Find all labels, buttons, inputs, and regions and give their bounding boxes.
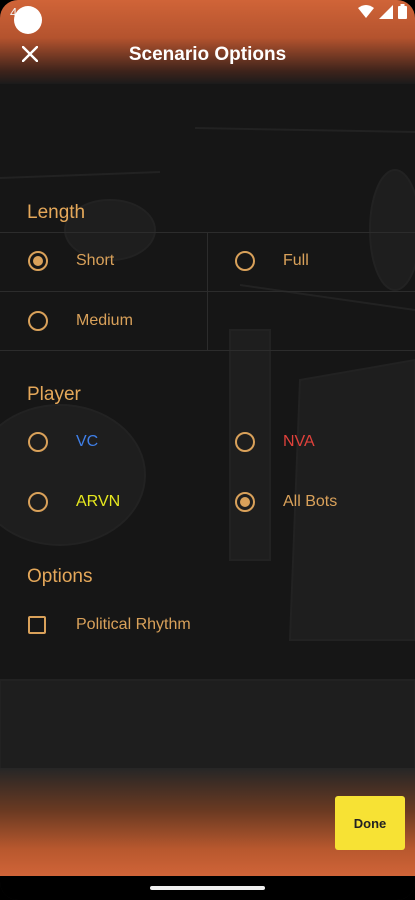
options-section-title: Options	[27, 566, 93, 587]
header-bar: 4:15 Scenario Options	[0, 0, 415, 84]
signal-icon	[379, 4, 393, 19]
player-option-label: VC	[76, 433, 99, 450]
battery-icon	[398, 4, 407, 19]
option-political-rhythm[interactable]: Political Rhythm	[28, 605, 191, 645]
status-icons	[358, 4, 407, 19]
option-checkbox-label: Political Rhythm	[76, 616, 191, 633]
player-option-label: All Bots	[283, 493, 338, 510]
radio-selected-icon[interactable]	[28, 251, 48, 271]
player-option-vc[interactable]: VC	[28, 422, 98, 462]
length-option-label: Short	[76, 252, 115, 269]
length-option-full[interactable]: Full	[235, 241, 309, 281]
player-section-title: Player	[27, 384, 81, 405]
length-grid-divider	[207, 232, 208, 350]
player-option-all-bots[interactable]: All Bots	[235, 482, 337, 522]
radio-unselected-icon[interactable]	[28, 492, 48, 512]
player-option-label: NVA	[283, 433, 315, 450]
radio-selected-icon[interactable]	[235, 492, 255, 512]
length-option-label: Medium	[76, 312, 133, 329]
navigation-bar	[0, 876, 415, 900]
length-grid-bottom	[0, 350, 415, 351]
scenario-options-screen: 4:15 Scenario Options Length Short Full …	[0, 0, 415, 900]
radio-unselected-icon[interactable]	[235, 251, 255, 271]
player-option-arvn[interactable]: ARVN	[28, 482, 120, 522]
length-option-medium[interactable]: Medium	[28, 301, 133, 341]
status-bar: 4:15	[0, 0, 415, 34]
length-option-short[interactable]: Short	[28, 241, 114, 281]
wifi-icon	[358, 4, 374, 18]
radio-unselected-icon[interactable]	[235, 432, 255, 452]
camera-cutout	[14, 6, 42, 34]
player-option-label: ARVN	[76, 493, 121, 510]
page-title: Scenario Options	[128, 44, 287, 65]
radio-unselected-icon[interactable]	[28, 311, 48, 331]
length-section-title: Length	[27, 202, 86, 223]
length-option-label: Full	[283, 252, 309, 269]
radio-unselected-icon[interactable]	[28, 432, 48, 452]
home-gesture-handle[interactable]	[150, 886, 265, 890]
done-button[interactable]: Done	[335, 796, 405, 850]
player-option-nva[interactable]: NVA	[235, 422, 315, 462]
checkbox-unchecked-icon[interactable]	[28, 616, 46, 634]
